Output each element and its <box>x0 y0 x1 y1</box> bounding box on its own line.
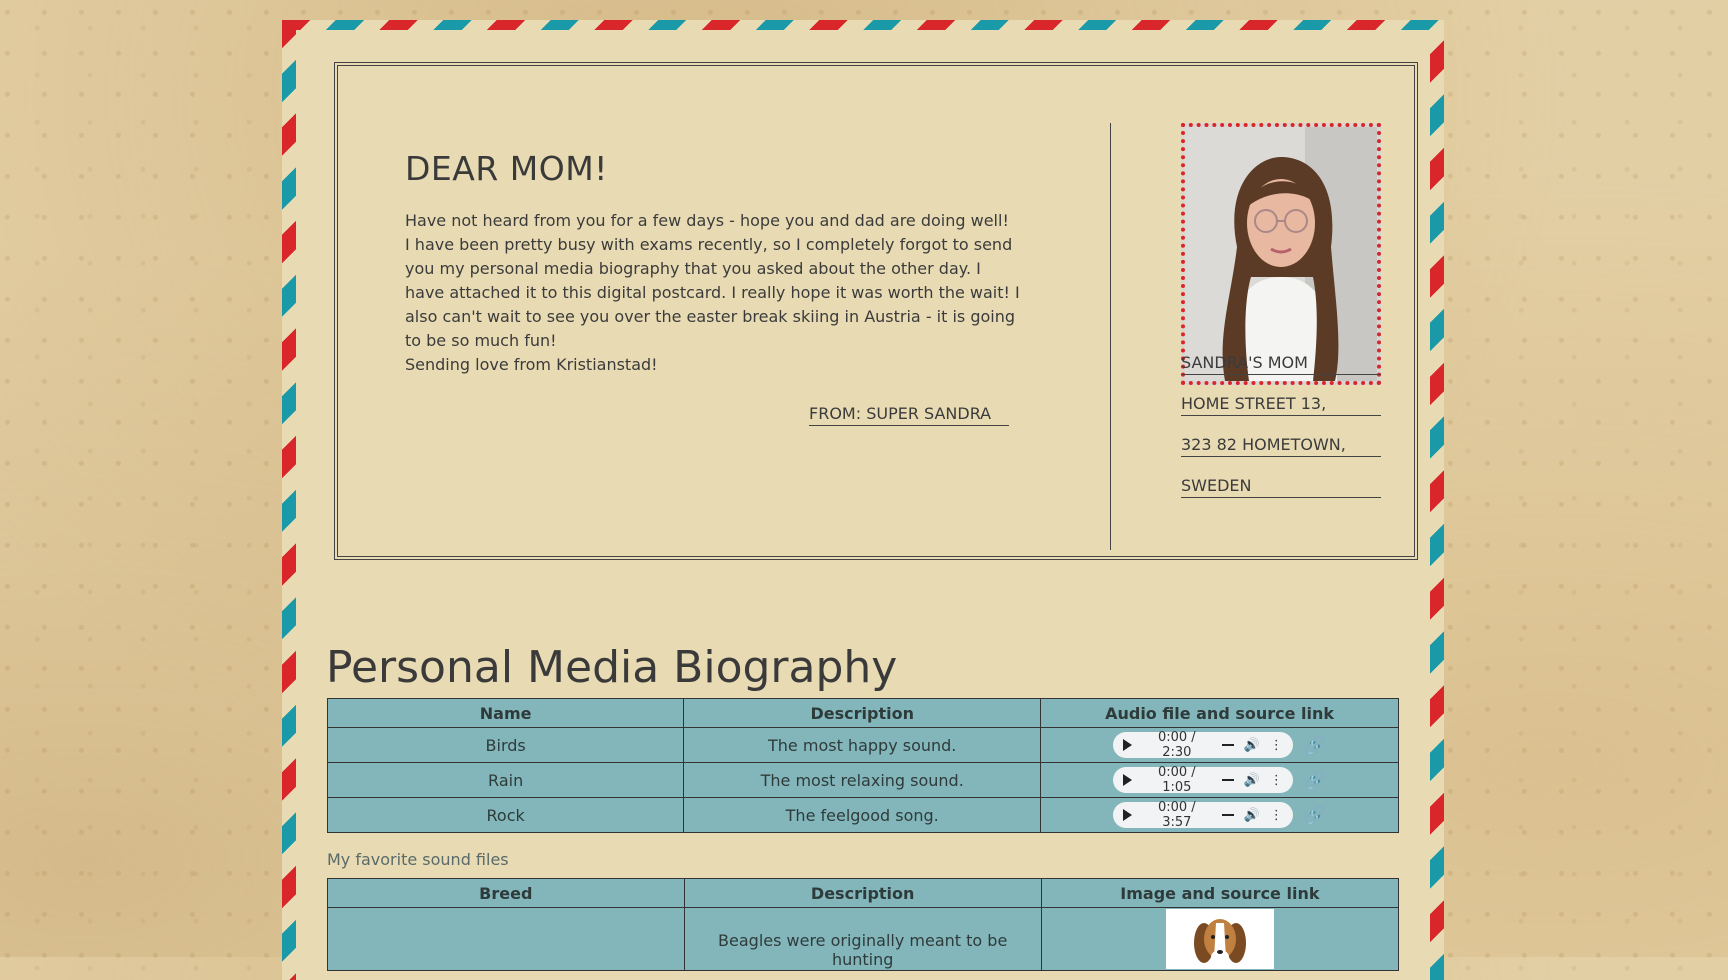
dog-image[interactable] <box>1165 909 1274 969</box>
sound-name: Rock <box>326 797 685 833</box>
sound-name: Birds <box>326 727 685 763</box>
sound-description: The most relaxing sound. <box>683 762 1042 798</box>
audio-cell: 0:00 / 1:05 🔊 ⋮ 🔗 <box>1040 762 1399 798</box>
column-header: Image and source link <box>1040 878 1400 908</box>
airmail-envelope: DEAR MOM! Have not heard from you for a … <box>282 20 1444 980</box>
address-line: HOME STREET 13, <box>1181 394 1381 416</box>
letter-signature: FROM: SUPER SANDRA <box>809 404 1009 426</box>
portrait-image <box>1185 127 1377 381</box>
link-icon[interactable]: 🔗 <box>1304 735 1326 756</box>
table-row: Beagles were originally meant to be hunt… <box>327 907 1400 971</box>
table-row: Rain The most relaxing sound. 0:00 / 1:0… <box>326 762 1399 798</box>
column-header: Description <box>683 878 1042 908</box>
table-header-row: Name Description Audio file and source l… <box>326 698 1399 728</box>
sound-name: Rain <box>326 762 685 798</box>
beagle-image <box>1165 909 1274 969</box>
audio-cell: 0:00 / 2:30 🔊 ⋮ 🔗 <box>1040 727 1399 763</box>
page-title: Personal Media Biography <box>326 642 898 693</box>
more-vert-icon[interactable]: ⋮ <box>1270 738 1283 753</box>
audio-cell: 0:00 / 3:57 🔊 ⋮ 🔗 <box>1040 797 1399 833</box>
table-row: Rock The feelgood song. 0:00 / 3:57 🔊 ⋮ … <box>326 797 1399 833</box>
play-icon[interactable] <box>1122 739 1132 751</box>
volume-icon[interactable]: 🔊 <box>1244 738 1260 753</box>
envelope-paper: DEAR MOM! Have not heard from you for a … <box>296 30 1430 980</box>
message-paragraph: Have not heard from you for a few days -… <box>405 211 1009 230</box>
letter-greeting: DEAR MOM! <box>405 149 608 188</box>
progress-bar[interactable] <box>1221 744 1234 746</box>
progress-bar[interactable] <box>1221 814 1234 816</box>
message-paragraph: Sending love from Kristianstad! <box>405 355 658 374</box>
sound-description: The feelgood song. <box>683 797 1042 833</box>
more-vert-icon[interactable]: ⋮ <box>1270 808 1283 823</box>
address-line: SANDRA'S MOM <box>1181 353 1381 375</box>
table-header-row: Breed Description Image and source link <box>327 878 1400 908</box>
audio-time: 0:00 / 3:57 <box>1157 800 1196 830</box>
more-vert-icon[interactable]: ⋮ <box>1270 773 1283 788</box>
postcard: DEAR MOM! Have not heard from you for a … <box>334 62 1418 560</box>
play-icon[interactable] <box>1122 809 1132 821</box>
column-header: Audio file and source link <box>1040 698 1399 728</box>
progress-bar[interactable] <box>1221 779 1234 781</box>
link-icon[interactable]: 🔗 <box>1304 770 1326 791</box>
play-icon[interactable] <box>1122 774 1132 786</box>
audio-time: 0:00 / 2:30 <box>1157 730 1196 760</box>
column-header: Name <box>326 698 685 728</box>
audio-time: 0:00 / 1:05 <box>1157 765 1196 795</box>
table-caption: My favorite sound files <box>327 850 509 869</box>
address-line: SWEDEN <box>1181 476 1381 498</box>
table-row: Birds The most happy sound. 0:00 / 2:30 … <box>326 727 1399 763</box>
column-header: Breed <box>327 878 685 908</box>
letter-message: Have not heard from you for a few days -… <box>405 209 1025 377</box>
dog-breed <box>327 907 685 971</box>
dog-description: Beagles were originally meant to be hunt… <box>683 907 1042 971</box>
sound-description: The most happy sound. <box>683 727 1042 763</box>
link-icon[interactable]: 🔗 <box>1304 805 1326 826</box>
volume-icon[interactable]: 🔊 <box>1244 808 1260 823</box>
volume-icon[interactable]: 🔊 <box>1244 773 1260 788</box>
profile-photo <box>1181 123 1381 385</box>
sound-table: Name Description Audio file and source l… <box>326 698 1399 833</box>
dog-image-cell <box>1040 907 1400 971</box>
address-line: 323 82 HOMETOWN, <box>1181 435 1381 457</box>
audio-player[interactable]: 0:00 / 3:57 🔊 ⋮ <box>1112 800 1293 830</box>
column-header: Description <box>683 698 1042 728</box>
audio-player[interactable]: 0:00 / 2:30 🔊 ⋮ <box>1112 730 1293 760</box>
message-paragraph: I have been pretty busy with exams recen… <box>405 235 1020 350</box>
dog-table: Breed Description Image and source link … <box>327 878 1400 971</box>
audio-player[interactable]: 0:00 / 1:05 🔊 ⋮ <box>1112 765 1293 795</box>
postcard-divider <box>1110 123 1111 550</box>
